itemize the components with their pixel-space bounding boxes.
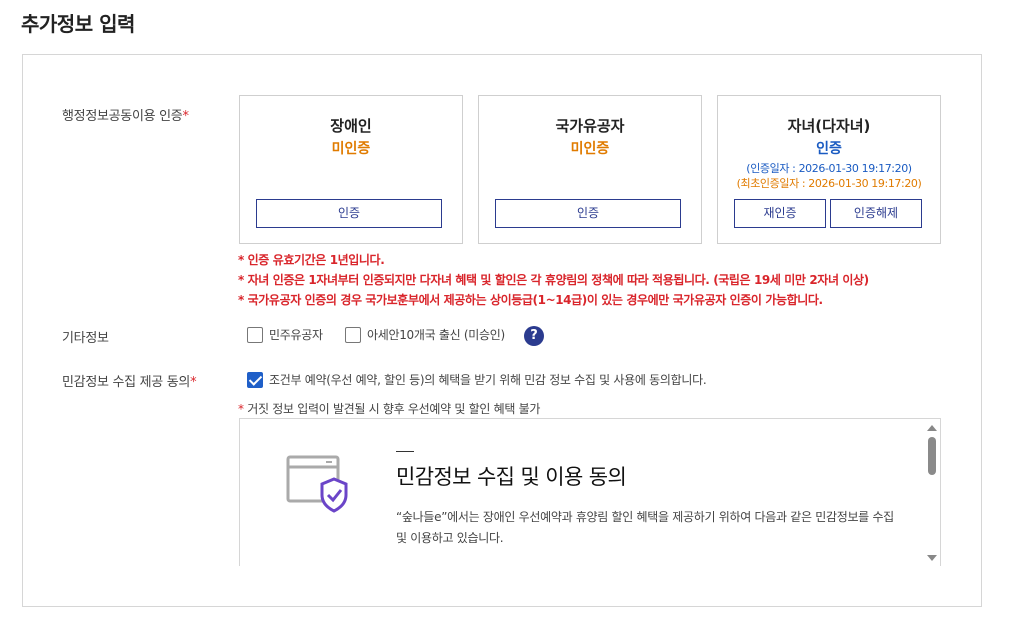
auth-label-text: 행정정보공동이용 인증 bbox=[62, 109, 183, 124]
auth-date: (인증일자 : 2026-01-30 19:17:20) bbox=[746, 162, 912, 175]
consent-checkbox[interactable] bbox=[247, 371, 263, 388]
secure-document-icon bbox=[286, 455, 348, 513]
terms-title: 민감정보 수집 및 이용 동의 bbox=[396, 465, 627, 489]
help-icon[interactable]: ? bbox=[524, 326, 544, 346]
scroll-thumb[interactable] bbox=[928, 437, 936, 475]
false-info-warning: * 거짓 정보 입력이 발견될 시 향후 우선예약 및 할인 혜택 불가 bbox=[238, 400, 540, 417]
option-label: 민주유공자 bbox=[269, 328, 323, 342]
terms-title-dash bbox=[396, 451, 414, 452]
status-badge: 미인증 bbox=[331, 141, 371, 157]
authenticate-button[interactable]: 인증 bbox=[495, 199, 681, 228]
terms-box[interactable]: 민감정보 수집 및 이용 동의 “숲나들e”에서는 장애인 우선예약과 휴양림 … bbox=[239, 418, 941, 566]
auth-card-veteran: 국가유공자 미인증 인증 bbox=[478, 95, 702, 244]
status-badge: 미인증 bbox=[570, 141, 610, 157]
page-title: 추가정보 입력 bbox=[21, 12, 135, 36]
card-title: 국가유공자 bbox=[555, 117, 625, 135]
terms-body: “숲나들e”에서는 장애인 우선예약과 휴양림 할인 혜택을 제공하기 위하여 … bbox=[396, 510, 894, 545]
scroll-up-arrow-icon[interactable] bbox=[927, 425, 937, 431]
revoke-auth-button[interactable]: 인증해제 bbox=[830, 199, 922, 228]
reauthenticate-button[interactable]: 재인증 bbox=[734, 199, 826, 228]
consent-label-text: 민감정보 수집 제공 동의 bbox=[62, 375, 191, 390]
auth-card-disabled: 장애인 미인증 인증 bbox=[239, 95, 463, 244]
etc-row-label: 기타정보 bbox=[62, 331, 109, 346]
scrollbar[interactable] bbox=[924, 419, 940, 566]
first-auth-date: (최초인증일자 : 2026-01-30 19:17:20) bbox=[736, 177, 922, 190]
required-mark: * bbox=[182, 109, 189, 124]
option-democracy-merit[interactable]: 민주유공자 bbox=[247, 326, 323, 343]
note-line: * 국가유공자 인증의 경우 국가보훈부에서 제공하는 상이등급(1~14급)이… bbox=[238, 293, 823, 307]
note-line: * 인증 유효기간은 1년입니다. bbox=[238, 253, 385, 267]
consent-checkbox-label: 조건부 예약(우선 예약, 할인 등)의 혜택을 받기 위해 민감 정보 수집 … bbox=[269, 373, 707, 387]
card-title: 자녀(다자녀) bbox=[787, 117, 871, 135]
checkbox[interactable] bbox=[345, 326, 361, 343]
status-badge: 인증 bbox=[816, 141, 842, 157]
warning-text: 거짓 정보 입력이 발견될 시 향후 우선예약 및 할인 혜택 불가 bbox=[243, 402, 541, 416]
note-line: * 자녀 인증은 1자녀부터 인증되지만 다자녀 혜택 및 할인은 각 휴양림의… bbox=[238, 273, 869, 287]
consent-row-label: 민감정보 수집 제공 동의* bbox=[62, 371, 197, 390]
authenticate-button[interactable]: 인증 bbox=[256, 199, 442, 228]
card-title: 장애인 bbox=[330, 117, 372, 135]
consent-checkbox-row[interactable]: 조건부 예약(우선 예약, 할인 등)의 혜택을 받기 위해 민감 정보 수집 … bbox=[247, 371, 707, 388]
auth-card-children: 자녀(다자녀) 인증 (인증일자 : 2026-01-30 19:17:20) … bbox=[717, 95, 941, 244]
checkbox[interactable] bbox=[247, 326, 263, 343]
option-label: 아세안10개국 출신 (미승인) bbox=[367, 328, 505, 342]
required-mark: * bbox=[190, 375, 197, 390]
auth-notes: * 인증 유효기간은 1년입니다. * 자녀 인증은 1자녀부터 인증되지만 다… bbox=[238, 250, 869, 310]
auth-row-label: 행정정보공동이용 인증* bbox=[62, 105, 189, 124]
option-asean-origin[interactable]: 아세안10개국 출신 (미승인) bbox=[345, 326, 505, 343]
scroll-down-arrow-icon[interactable] bbox=[927, 555, 937, 561]
